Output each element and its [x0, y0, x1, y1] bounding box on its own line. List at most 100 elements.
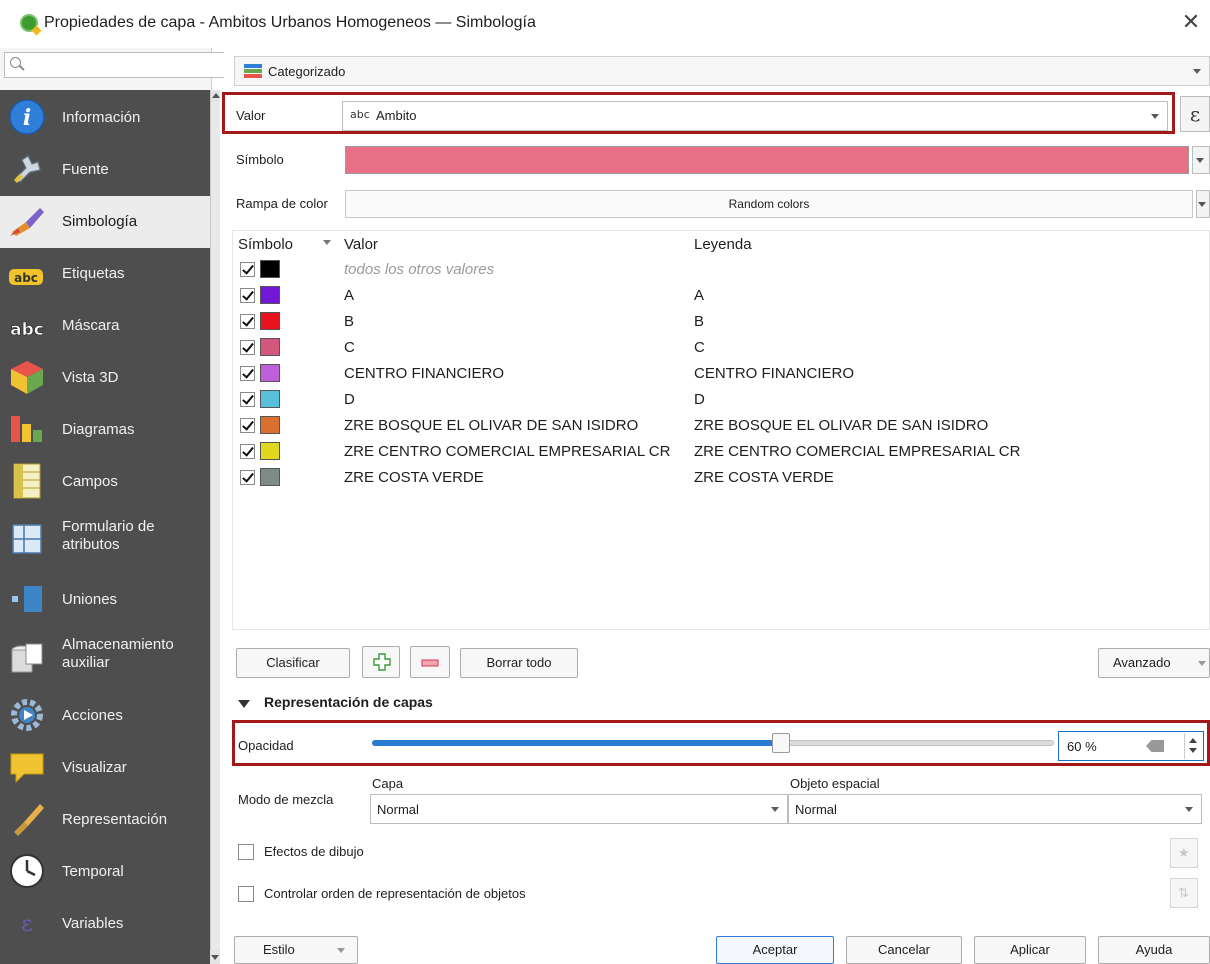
class-visibility-checkbox[interactable]: [240, 314, 255, 329]
class-legend-cell[interactable]: C: [694, 339, 705, 356]
table-row[interactable]: ZRE CENTRO COMERCIAL EMPRESARIAL CR ZRE C…: [236, 440, 1206, 464]
sidebar-item-vista-3d[interactable]: Vista 3D: [0, 352, 210, 404]
table-row[interactable]: BB: [236, 310, 1206, 334]
render-order-checkbox[interactable]: [238, 886, 254, 902]
close-icon[interactable]: ✕: [1176, 8, 1206, 38]
column-header-leyenda[interactable]: Leyenda: [694, 236, 752, 253]
clock-icon: [10, 854, 44, 888]
sidebar-item-fuente[interactable]: Fuente: [0, 144, 210, 196]
class-visibility-checkbox[interactable]: [240, 366, 255, 381]
class-value-cell[interactable]: ZRE BOSQUE EL OLIVAR DE SAN ISIDRO: [344, 417, 638, 434]
delete-all-button[interactable]: Borrar todo: [460, 648, 578, 678]
collapse-arrow-icon[interactable]: [238, 700, 250, 708]
class-legend-cell[interactable]: CENTRO FINANCIERO: [694, 365, 854, 382]
sidebar-item-campos[interactable]: Campos: [0, 456, 210, 508]
layer-blend-select[interactable]: Normal: [370, 794, 788, 824]
sidebar-item-uniones[interactable]: Uniones: [0, 574, 210, 626]
class-legend-cell[interactable]: A: [694, 287, 704, 304]
sidebar-item-informacion[interactable]: i Información: [0, 92, 210, 144]
sidebar-item-temporal[interactable]: Temporal: [0, 846, 210, 898]
table-row[interactable]: DD: [236, 388, 1206, 412]
layer-rendering-section-title[interactable]: Representación de capas: [264, 694, 433, 710]
renderer-type-select[interactable]: [234, 56, 1210, 86]
class-legend-cell[interactable]: ZRE COSTA VERDE: [694, 469, 834, 486]
style-menu-button[interactable]: Estilo: [234, 936, 358, 964]
color-ramp-dropdown-button[interactable]: [1196, 190, 1210, 218]
table-row[interactable]: ZRE COSTA VERDE ZRE COSTA VERDE: [236, 466, 1206, 490]
class-value-cell[interactable]: todos los otros valores: [344, 261, 494, 278]
classify-button[interactable]: Clasificar: [236, 648, 350, 678]
class-symbol-swatch[interactable]: [260, 364, 280, 382]
symbol-button[interactable]: [345, 146, 1189, 174]
sidebar-item-mascara[interactable]: abc Máscara: [0, 300, 210, 352]
class-visibility-checkbox[interactable]: [240, 288, 255, 303]
draw-effects-checkbox[interactable]: [238, 844, 254, 860]
valor-field-select[interactable]: [342, 101, 1168, 131]
class-legend-cell[interactable]: ZRE CENTRO COMERCIAL EMPRESARIAL CR: [694, 443, 1020, 460]
class-symbol-swatch[interactable]: [260, 260, 280, 278]
class-value-cell[interactable]: D: [344, 391, 355, 408]
column-header-valor[interactable]: Valor: [344, 236, 378, 253]
sidebar-item-visualizar[interactable]: Visualizar: [0, 742, 210, 794]
table-row[interactable]: ZRE BOSQUE EL OLIVAR DE SAN ISIDRO ZRE BO…: [236, 414, 1206, 438]
feature-blend-select[interactable]: Normal: [788, 794, 1202, 824]
spin-arrows-icon[interactable]: [1184, 733, 1202, 759]
sidebar-scrollbar[interactable]: [210, 90, 220, 964]
table-row[interactable]: AA: [236, 284, 1206, 308]
class-value-cell[interactable]: ZRE COSTA VERDE: [344, 469, 484, 486]
class-visibility-checkbox[interactable]: [240, 340, 255, 355]
sidebar-item-simbologia[interactable]: Simbología: [0, 196, 210, 248]
opacity-spinbox[interactable]: 60 %: [1058, 731, 1204, 761]
class-symbol-swatch[interactable]: [260, 312, 280, 330]
class-visibility-checkbox[interactable]: [240, 392, 255, 407]
sidebar-item-etiquetas[interactable]: abc Etiquetas: [0, 248, 210, 300]
class-symbol-swatch[interactable]: [260, 468, 280, 486]
sidebar-item-acciones[interactable]: Acciones: [0, 690, 210, 742]
search-input[interactable]: [4, 52, 226, 78]
class-value-cell[interactable]: CENTRO FINANCIERO: [344, 365, 504, 382]
sidebar-item-representacion[interactable]: Representación: [0, 794, 210, 846]
class-value-cell[interactable]: ZRE CENTRO COMERCIAL EMPRESARIAL CR: [344, 443, 670, 460]
column-header-symbol[interactable]: Símbolo: [238, 236, 293, 253]
add-class-button[interactable]: [362, 646, 400, 678]
sort-indicator-icon[interactable]: [323, 240, 331, 245]
scroll-up-icon[interactable]: [210, 90, 220, 102]
class-legend-cell[interactable]: D: [694, 391, 705, 408]
render-order-settings-button[interactable]: ⇅: [1170, 878, 1198, 908]
table-row[interactable]: CC: [236, 336, 1206, 360]
accept-button[interactable]: Aceptar: [716, 936, 834, 964]
sidebar-item-variables[interactable]: ε Variables: [0, 898, 210, 950]
class-value-cell[interactable]: B: [344, 313, 354, 330]
class-legend-cell[interactable]: ZRE BOSQUE EL OLIVAR DE SAN ISIDRO: [694, 417, 988, 434]
sidebar-item-almacenamiento-auxiliar[interactable]: Almacenamiento auxiliar: [0, 626, 210, 688]
class-visibility-checkbox[interactable]: [240, 444, 255, 459]
class-symbol-swatch[interactable]: [260, 286, 280, 304]
sidebar-item-label: Temporal: [62, 863, 124, 880]
class-symbol-swatch[interactable]: [260, 390, 280, 408]
class-value-cell[interactable]: A: [344, 287, 354, 304]
sidebar-item-diagramas[interactable]: Diagramas: [0, 404, 210, 456]
table-row[interactable]: todos los otros valores: [236, 258, 1206, 282]
cancel-button[interactable]: Cancelar: [846, 936, 962, 964]
class-symbol-swatch[interactable]: [260, 442, 280, 460]
remove-class-button[interactable]: [410, 646, 450, 678]
class-visibility-checkbox[interactable]: [240, 262, 255, 277]
class-legend-cell[interactable]: B: [694, 313, 704, 330]
color-ramp-button[interactable]: Random colors: [345, 190, 1193, 218]
apply-button[interactable]: Aplicar: [974, 936, 1086, 964]
sidebar-item-formulario-atributos[interactable]: Formulario de atributos: [0, 508, 210, 570]
symbol-dropdown-button[interactable]: [1192, 146, 1210, 174]
opacity-slider-handle[interactable]: [772, 733, 790, 753]
svg-text:ε: ε: [21, 912, 32, 937]
draw-effects-settings-button[interactable]: ★: [1170, 838, 1198, 868]
class-visibility-checkbox[interactable]: [240, 418, 255, 433]
help-button[interactable]: Ayuda: [1098, 936, 1210, 964]
class-symbol-swatch[interactable]: [260, 338, 280, 356]
table-row[interactable]: CENTRO FINANCIERO CENTRO FINANCIERO: [236, 362, 1206, 386]
scroll-down-icon[interactable]: [210, 950, 220, 964]
class-symbol-swatch[interactable]: [260, 416, 280, 434]
class-visibility-checkbox[interactable]: [240, 470, 255, 485]
class-value-cell[interactable]: C: [344, 339, 355, 356]
expression-button[interactable]: ε: [1180, 96, 1210, 132]
advanced-menu-button[interactable]: Avanzado: [1098, 648, 1210, 678]
